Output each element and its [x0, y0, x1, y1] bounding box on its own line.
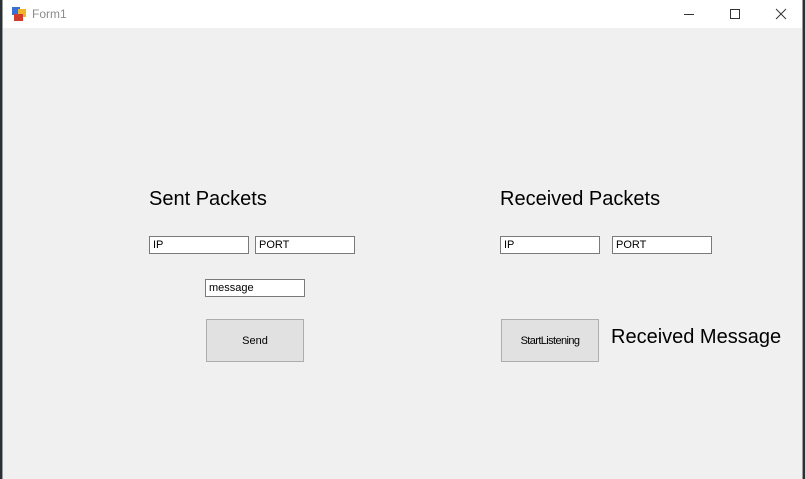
- form-window: Form1 Sent Packets IP PORT message Send …: [3, 0, 802, 479]
- minimize-button[interactable]: [666, 0, 712, 28]
- received-message-label: Received Message: [611, 326, 782, 348]
- start-listening-button[interactable]: StartListening: [501, 319, 599, 362]
- received-port-field[interactable]: PORT: [612, 236, 712, 254]
- sent-ip-field[interactable]: IP: [149, 236, 249, 254]
- received-ip-field[interactable]: IP: [500, 236, 600, 254]
- maximize-button[interactable]: [712, 0, 758, 28]
- window-title: Form1: [32, 7, 67, 21]
- close-icon: [775, 8, 787, 20]
- received-packets-heading: Received Packets: [500, 188, 661, 210]
- maximize-icon: [730, 9, 740, 19]
- windows-form-icon: [12, 7, 26, 21]
- close-button[interactable]: [758, 0, 804, 28]
- sent-packets-heading: Sent Packets: [149, 188, 267, 210]
- message-field[interactable]: message: [205, 279, 305, 297]
- minimize-icon: [684, 14, 694, 15]
- title-bar[interactable]: Form1: [3, 0, 802, 28]
- sent-port-field[interactable]: PORT: [255, 236, 355, 254]
- send-button[interactable]: Send: [206, 319, 304, 362]
